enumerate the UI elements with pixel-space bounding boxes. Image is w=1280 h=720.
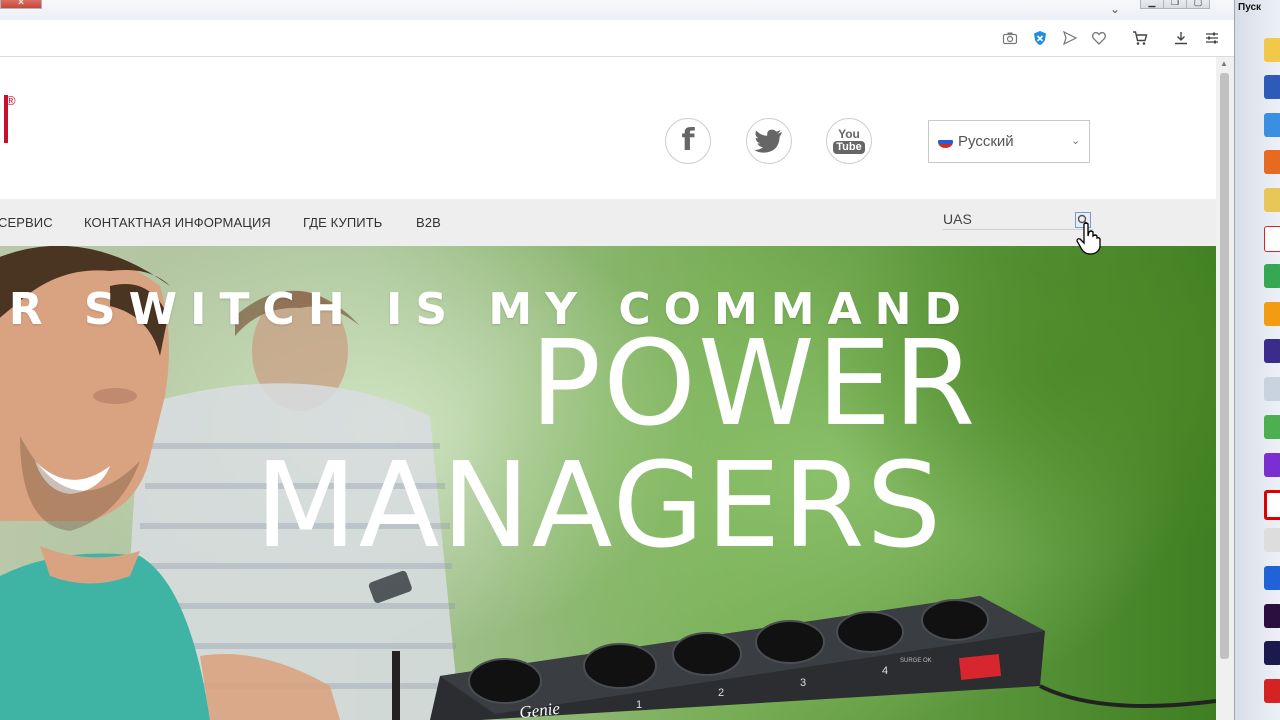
audio-icon[interactable] [1264, 566, 1280, 590]
site-header: ® f You Tube Русский ⌄ [0, 57, 1216, 199]
opera-icon[interactable] [1264, 490, 1280, 520]
hero-banner[interactable]: 1 2 3 4 SURGE OK Genie UR SWITCH IS MY C… [0, 246, 1216, 720]
youtube-button[interactable]: You Tube [826, 118, 872, 164]
twitter-button[interactable] [746, 118, 792, 164]
russia-flag-icon [938, 136, 953, 148]
start-button[interactable]: Пуск [1238, 2, 1261, 13]
calculator-icon[interactable] [1264, 377, 1280, 401]
web-page: ® f You Tube Русский ⌄ СЕРВИС КОНТАКТНАЯ… [0, 57, 1216, 720]
scroll-up-icon[interactable]: ▲ [1220, 59, 1228, 68]
app-icon[interactable] [1264, 679, 1280, 703]
language-label: Русский [958, 133, 1014, 150]
nav-item-contacts[interactable]: КОНТАКТНАЯ ИНФОРМАЦИЯ [84, 215, 271, 230]
facebook-icon: f [681, 123, 695, 158]
minimize-button[interactable]: ▁ [1140, 0, 1164, 9]
chevron-down-icon: ⌄ [1071, 135, 1081, 147]
play-icon[interactable] [1264, 453, 1280, 477]
premiere-icon[interactable] [1264, 604, 1280, 628]
cart-icon[interactable] [1132, 30, 1148, 46]
svg-text:SURGE OK: SURGE OK [900, 658, 932, 664]
media-player-icon[interactable] [1264, 302, 1280, 326]
browser-toolbar [0, 20, 1234, 57]
hero-title-line1: POWER [530, 314, 978, 452]
scroll-thumb[interactable] [1220, 73, 1229, 659]
drive-icon[interactable] [1264, 415, 1280, 439]
svg-text:4: 4 [882, 665, 888, 677]
camera-icon[interactable] [1002, 30, 1018, 46]
settings-sliders-icon[interactable] [1204, 30, 1220, 46]
svg-text:1: 1 [636, 699, 642, 711]
main-nav: СЕРВИС КОНТАКТНАЯ ИНФОРМАЦИЯ ГДЕ КУПИТЬ … [0, 199, 1216, 246]
twitter-icon [754, 129, 782, 153]
facebook-button[interactable]: f [665, 118, 711, 164]
eye-icon[interactable] [1264, 528, 1280, 552]
hero-title-line2: MANAGERS [255, 436, 944, 574]
youtube-icon: You Tube [833, 128, 865, 154]
chrome-icon[interactable] [1264, 264, 1280, 288]
browser-titlebar: ⌄ ▁ ❐ ▢ ✕ [0, 0, 1234, 20]
ie-icon[interactable] [1264, 113, 1280, 137]
tab-menu-icon[interactable]: ⌄ [1106, 1, 1124, 17]
nav-item-b2b[interactable]: B2B [416, 215, 441, 230]
nav-item-service[interactable]: СЕРВИС [0, 215, 53, 230]
video-editor-icon[interactable] [1264, 339, 1280, 363]
page-scrollbar[interactable]: ▲ [1216, 57, 1234, 720]
svg-text:Genie: Genie [518, 699, 561, 720]
nav-item-where-to-buy[interactable]: ГДЕ КУПИТЬ [303, 215, 382, 230]
hand-cursor-icon [1076, 222, 1101, 255]
send-icon[interactable] [1062, 30, 1078, 46]
heart-icon[interactable] [1091, 30, 1107, 46]
svg-text:3: 3 [800, 677, 806, 689]
after-effects-icon[interactable] [1264, 641, 1280, 665]
language-select[interactable]: Русский ⌄ [928, 120, 1090, 163]
firefox-icon[interactable] [1264, 150, 1280, 174]
download-icon[interactable] [1173, 30, 1189, 46]
restore-button[interactable]: ▢ [1186, 0, 1210, 9]
svg-text:2: 2 [718, 687, 724, 699]
shield-icon[interactable] [1032, 30, 1048, 46]
close-button[interactable]: ✕ [0, 0, 42, 9]
power-strip-image: 1 2 3 4 SURGE OK Genie [392, 596, 1216, 720]
yandex-icon[interactable] [1264, 226, 1280, 252]
mail-icon[interactable] [1264, 38, 1280, 62]
folder-icon[interactable] [1264, 188, 1280, 212]
word-icon[interactable] [1264, 75, 1280, 99]
maximize-button[interactable]: ❐ [1163, 0, 1187, 9]
search-input[interactable] [943, 209, 1093, 230]
registered-mark: ® [6, 93, 16, 108]
